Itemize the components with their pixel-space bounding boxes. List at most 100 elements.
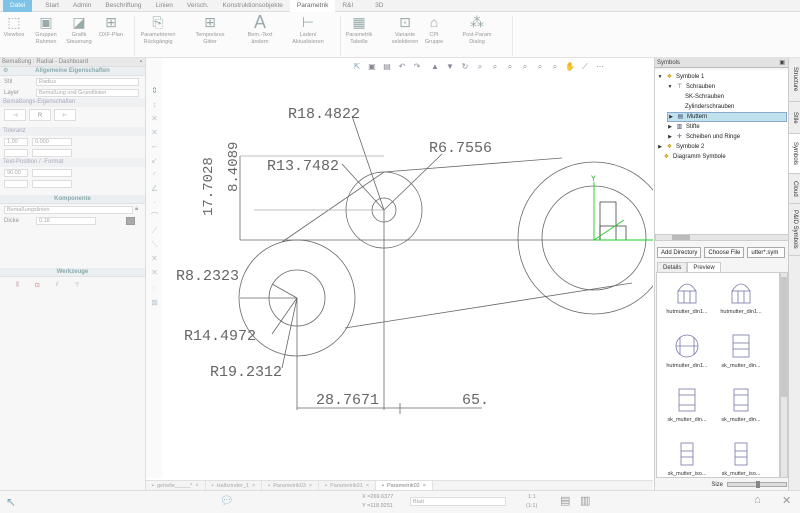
tree-node-zylinderschrauben[interactable]: Zylinderschrauben xyxy=(685,102,734,112)
snap-tool-icon[interactable]: ⊠ xyxy=(150,298,159,307)
dim-text-d2[interactable]: 65. xyxy=(462,392,489,409)
scroll-thumb[interactable] xyxy=(672,235,690,240)
menu-tab-datei[interactable]: Datei xyxy=(3,0,33,12)
text-format-field[interactable] xyxy=(32,168,72,177)
section-components[interactable]: Komponente xyxy=(0,195,145,204)
drawing-canvas[interactable]: ⇱ ▣ ▤ ↶ ↷ ▲ ▼ ↻ ⌕ ⌕ ⌕ ⌕ ⌕ ⌕ ✋ ⟋ ⋯ R18.48… xyxy=(162,58,653,480)
side-tab-cloud[interactable]: Cloud xyxy=(789,174,800,204)
section-dimension[interactable]: Bemaßungs-Eigenschaften xyxy=(0,98,145,107)
text-offset-field-2[interactable] xyxy=(32,179,72,188)
tree-node-muttern[interactable]: ▶ ▤ Muttern xyxy=(667,112,787,122)
size-slider-thumb[interactable] xyxy=(756,481,760,488)
tree-node-diagramm[interactable]: ❖ Diagramm Symbole xyxy=(663,152,726,162)
point-tool-icon[interactable]: · xyxy=(150,198,159,207)
scroll-thumb[interactable] xyxy=(781,277,787,397)
tangent-tool-icon[interactable]: ⌒ xyxy=(150,212,159,221)
side-tab-pid-symbols[interactable]: P&ID Symbols xyxy=(789,204,800,256)
thickness-select[interactable]: 0.18 xyxy=(36,216,96,225)
add-directory-button[interactable]: Add Directory xyxy=(657,247,702,258)
menu-tab-linien[interactable]: Linien xyxy=(149,0,180,12)
tree-horizontal-scrollbar[interactable] xyxy=(655,234,789,241)
section-text-position[interactable]: Text-Position / -Format xyxy=(0,158,145,167)
temp-grid-button[interactable]: ⊞ Temporäres Gitter xyxy=(194,14,226,45)
choose-file-button[interactable]: Choose File xyxy=(704,247,745,258)
tree-node-scheiben[interactable]: ▶ ✛ Scheiben und Ringe xyxy=(667,132,740,142)
menu-tab-konstruktionsobjekte[interactable]: Konstruktionsobjekte xyxy=(216,0,290,12)
menu-tab-3d[interactable]: 3D xyxy=(368,0,390,12)
dim-text-r3[interactable]: R6.7556 xyxy=(429,140,492,157)
close-panel-icon[interactable]: ✕ xyxy=(782,494,791,507)
symbol-preview-item[interactable]: hutmutter_din1... xyxy=(713,277,769,315)
menu-tab-ri[interactable]: R&I xyxy=(335,0,360,12)
select-tool-icon[interactable]: ⇕ xyxy=(150,86,159,95)
arc-tool-icon[interactable]: ◜ xyxy=(150,170,159,179)
building-icon[interactable]: ▥ xyxy=(580,494,590,507)
lock-icon[interactable]: 🔒︎ xyxy=(135,206,145,213)
side-tab-symbols[interactable]: Symbols xyxy=(789,134,800,174)
offset-tool-icon[interactable]: ↙ xyxy=(150,156,159,165)
dim-text-r2[interactable]: R13.7482 xyxy=(267,158,339,175)
dim-text-v1[interactable]: 17.7028 xyxy=(201,157,217,216)
group-frame-button[interactable]: ▣ Gruppen Rahmen xyxy=(30,14,62,45)
pin-icon[interactable]: ▪ xyxy=(140,58,142,67)
dim-radius-icon[interactable]: R xyxy=(29,109,51,121)
symbol-preview-item[interactable]: sk_mutter_iso... xyxy=(713,439,769,477)
tool-chain-icon[interactable]: ⫽ xyxy=(56,282,59,289)
section-tolerance[interactable]: Toleranz xyxy=(0,127,145,136)
pin-icon[interactable]: ▣ xyxy=(779,58,785,68)
text-offset-field[interactable] xyxy=(4,179,28,188)
line-tool-icon[interactable]: ⌐ xyxy=(150,142,159,151)
component-select[interactable]: Bemaßungslinien xyxy=(4,205,133,214)
symbol-preview-item[interactable]: hutmutter_din1... xyxy=(659,331,715,369)
export-icon[interactable]: ⌂ xyxy=(754,494,761,506)
preview-vertical-scrollbar[interactable] xyxy=(780,272,788,478)
tolerance-field[interactable]: 1.00 xyxy=(4,137,28,146)
symbol-preview-item[interactable]: sk_mutter_din... xyxy=(713,385,769,423)
graphic-control-button[interactable]: ◪ Grafik Steuerung xyxy=(64,14,94,45)
text-edit-button[interactable]: A Bem.-Text ändern xyxy=(246,13,274,45)
tolerance-lower-field-2[interactable] xyxy=(32,148,72,157)
variant-select-button[interactable]: ⊡ Variante selektieren xyxy=(388,14,422,45)
chamfer-tool-icon[interactable]: ⟋ xyxy=(150,226,159,235)
menu-tab-admin[interactable]: Admin xyxy=(66,0,98,12)
menu-tab-beschriftung[interactable]: Beschriftung xyxy=(98,0,148,12)
dim-text-v2[interactable]: 8.4089 xyxy=(226,142,242,192)
section-tools[interactable]: Werkzeuge xyxy=(0,268,145,277)
arrow-icon[interactable]: ↖ xyxy=(6,495,16,509)
file-filter-select[interactable]: utter*.sym xyxy=(747,247,786,258)
side-tab-stile[interactable]: Stile xyxy=(789,102,800,134)
layers-icon[interactable]: ▤ xyxy=(560,494,570,507)
style-select[interactable]: Radius xyxy=(36,77,139,86)
dxf-plan-button[interactable]: ⊞ DXF-Plan xyxy=(96,14,126,39)
tree-node-symbole2[interactable]: ▶ ❖ Symbole 2 xyxy=(657,142,704,152)
symbol-preview-item[interactable]: hutmutter_din1... xyxy=(659,277,715,315)
tree-node-sk-schrauben[interactable]: SK-Schrauben xyxy=(685,92,724,102)
tool-align-icon[interactable]: ⊤ xyxy=(74,282,79,289)
tab-details[interactable]: Details xyxy=(657,262,688,272)
circle-tool-icon[interactable]: ◌ xyxy=(150,284,159,293)
sheet-field[interactable]: Blatt xyxy=(410,497,506,506)
dim-style-icon[interactable]: ⊣ xyxy=(4,109,26,121)
tool-radius-icon[interactable]: ⊡ xyxy=(35,282,40,289)
param-table-button[interactable]: ▦ Parametrik Tabelle xyxy=(344,14,374,45)
section-general[interactable]: ⚙ Allgemeine Eigenschaften xyxy=(0,67,145,76)
layer-select[interactable]: Bemaßung und Grundlinien xyxy=(36,88,139,97)
menu-tab-versch[interactable]: Versch. xyxy=(180,0,216,12)
tree-node-symbole1[interactable]: ▼ ❖ Symbole 1 xyxy=(657,72,705,82)
color-swatch[interactable] xyxy=(126,216,135,225)
symbol-preview-item[interactable]: sk_mutter_din... xyxy=(659,385,715,423)
dim-text-r4[interactable]: R8.2323 xyxy=(176,268,239,285)
dim-text-r1[interactable]: R18.4822 xyxy=(288,106,360,123)
side-tab-structure[interactable]: Structure xyxy=(789,58,800,102)
size-slider[interactable] xyxy=(727,481,787,488)
chat-icon[interactable]: 💬︎ xyxy=(220,494,234,507)
tolerance-field-2[interactable]: 0.000 xyxy=(32,137,72,146)
load-refresh-button[interactable]: ⊢ Laden/ Aktualisieren xyxy=(288,14,328,45)
tree-node-stifte[interactable]: ▶ ▥ Stifte xyxy=(667,122,700,132)
symbol-preview-item[interactable]: sk_mutter_iso... xyxy=(659,439,715,477)
viewbox-button[interactable]: ⬚ Viewbox xyxy=(2,14,26,39)
symbol-preview-item[interactable]: sk_mutter_din... xyxy=(713,331,769,369)
move-tool-icon[interactable]: ↕ xyxy=(150,100,159,109)
angle-tool-icon[interactable]: ∠ xyxy=(150,184,159,193)
menu-tab-start[interactable]: Start xyxy=(38,0,66,12)
